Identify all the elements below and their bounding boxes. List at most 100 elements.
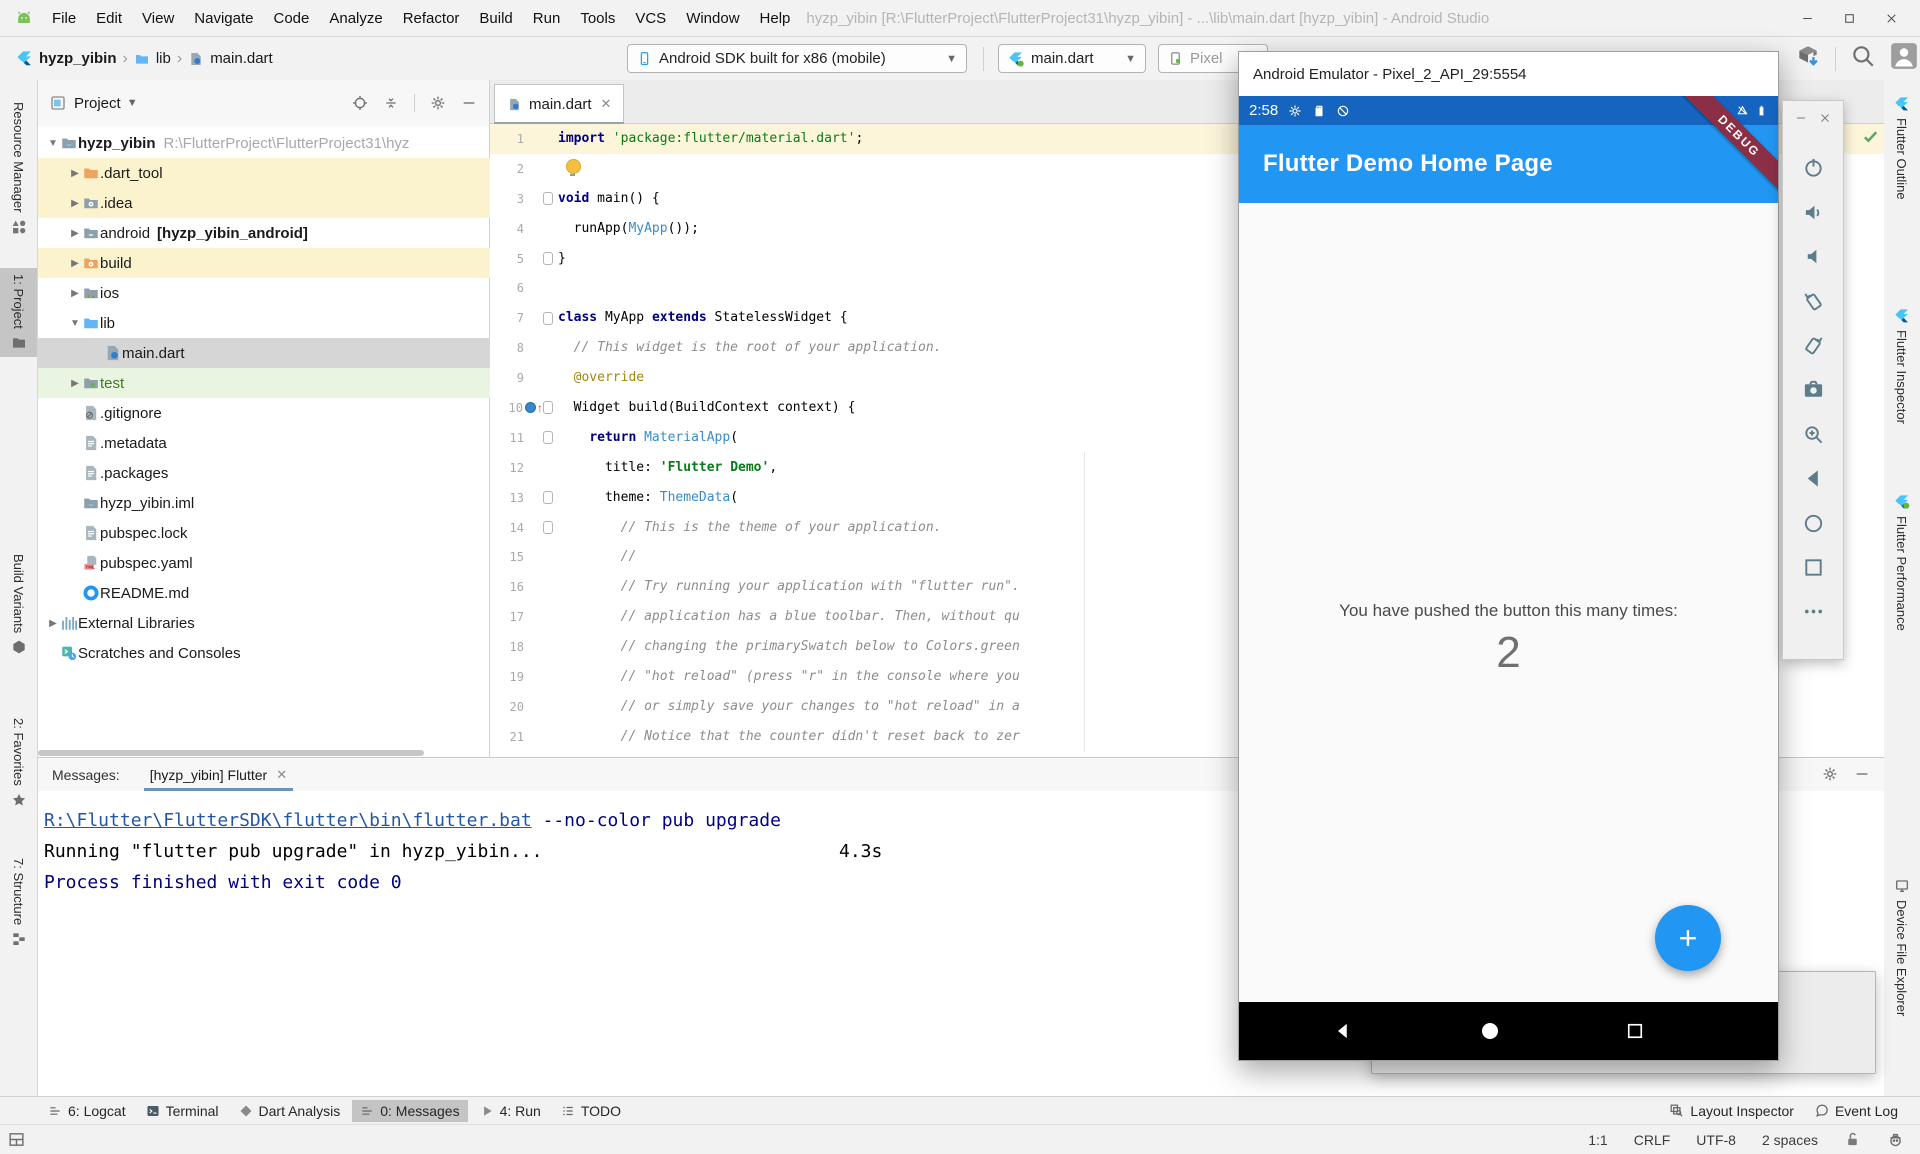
menu-vcs[interactable]: VCS	[625, 6, 676, 31]
status-item-1-1[interactable]: 1:1	[1588, 1132, 1607, 1148]
toolwindow-button-todo[interactable]: TODO	[553, 1100, 629, 1122]
emulator-title-bar[interactable]: Android Emulator - Pixel_2_API_29:5554	[1239, 52, 1778, 96]
chevron-right-icon[interactable]: ▶	[68, 228, 82, 239]
tree-item-hyzp-yibin[interactable]: ▼hyzp_yibinR:\FlutterProject\FlutterProj…	[38, 128, 490, 158]
gutter[interactable]: 4	[490, 214, 558, 244]
stripe-flutter-outline[interactable]: Flutter Outline	[1883, 90, 1920, 206]
toolwindow-switcher-icon[interactable]	[8, 1131, 25, 1148]
gutter[interactable]: 21	[490, 722, 558, 752]
minimize-icon[interactable]	[461, 95, 477, 111]
power-icon[interactable]	[1802, 156, 1825, 179]
stripe-flutter-performance[interactable]: Flutter Performance	[1883, 488, 1920, 637]
gutter[interactable]: 8	[490, 333, 558, 363]
close-tab-icon[interactable]: ✕	[601, 96, 612, 112]
gutter[interactable]: 10↑	[490, 393, 558, 423]
menu-window[interactable]: Window	[676, 6, 749, 31]
editor-tab-main-dart[interactable]: main.dart ✕	[494, 84, 624, 123]
volume-down-icon[interactable]	[1802, 245, 1825, 268]
menu-edit[interactable]: Edit	[86, 6, 132, 31]
menu-refactor[interactable]: Refactor	[393, 6, 470, 31]
override-marker-icon[interactable]: ↑	[525, 402, 543, 414]
chevron-right-icon[interactable]: ▶	[68, 288, 82, 299]
fab-increment-button[interactable]: +	[1655, 905, 1721, 971]
tree-item--dart-tool[interactable]: ▶.dart_tool	[38, 158, 490, 188]
gutter[interactable]: 18	[490, 632, 558, 662]
fold-marker[interactable]	[543, 312, 553, 325]
more-icon[interactable]	[1802, 600, 1825, 623]
gutter[interactable]: 7	[490, 303, 558, 333]
maximize-window-button[interactable]	[1836, 7, 1862, 29]
chevron-down-icon[interactable]: ▼	[68, 318, 82, 329]
tree-item--gitignore[interactable]: .gitignore	[38, 398, 490, 428]
sdk-download-button[interactable]	[1795, 43, 1821, 74]
gutter[interactable]: 15	[490, 542, 558, 572]
tree-item--metadata[interactable]: .metadata	[38, 428, 490, 458]
tree-item-scratches-and-consoles[interactable]: Scratches and Consoles	[38, 638, 490, 668]
gutter[interactable]: 2	[490, 154, 558, 184]
fold-marker[interactable]	[543, 431, 553, 444]
back-nav-icon[interactable]	[1333, 1021, 1353, 1041]
gear-icon[interactable]	[1822, 766, 1838, 782]
target-icon[interactable]	[352, 95, 368, 111]
minimize-window-button[interactable]	[1794, 7, 1820, 29]
stripe-flutter-inspector[interactable]: Flutter Inspector	[1883, 302, 1920, 430]
fold-marker[interactable]	[543, 401, 553, 414]
gutter[interactable]: 13	[490, 483, 558, 513]
status-item-2-spaces[interactable]: 2 spaces	[1762, 1132, 1818, 1148]
breadcrumb-file[interactable]: main.dart	[210, 50, 273, 67]
menu-help[interactable]: Help	[750, 6, 801, 31]
gutter[interactable]: 9	[490, 363, 558, 393]
camera-icon[interactable]	[1802, 378, 1825, 401]
stripe-2-favorites[interactable]: 2: Favorites	[0, 712, 37, 814]
fold-marker[interactable]	[543, 252, 553, 265]
gutter[interactable]: 5	[490, 244, 558, 274]
close-tab-icon[interactable]: ✕	[276, 767, 287, 783]
overview-nav-icon[interactable]	[1625, 1021, 1645, 1041]
console-link[interactable]: R:\Flutter\FlutterSDK\flutter\bin\flutte…	[44, 810, 532, 831]
run-config-dropdown[interactable]: main.dart ▼	[998, 44, 1146, 73]
menu-file[interactable]: File	[42, 6, 86, 31]
close-icon[interactable]	[1819, 112, 1831, 124]
tree-item-android[interactable]: ▶android[hyzp_yibin_android]	[38, 218, 490, 248]
breadcrumb-dir[interactable]: lib	[156, 50, 171, 67]
emulator-screen[interactable]: 2:58 Flutter Demo Home Page DEBUG You ha…	[1239, 96, 1778, 1060]
toolwindow-button-layout-inspector[interactable]: Layout Inspector	[1661, 1100, 1802, 1122]
toolwindow-button-6-logcat[interactable]: 6: Logcat	[40, 1100, 134, 1122]
chevron-down-icon[interactable]: ▼	[127, 97, 138, 109]
stripe-resource-manager[interactable]: Resource Manager	[0, 96, 37, 241]
chevron-right-icon[interactable]: ▶	[68, 168, 82, 179]
tree-item--idea[interactable]: ▶.idea	[38, 188, 490, 218]
fold-marker[interactable]	[543, 192, 553, 205]
device-selector-dropdown[interactable]: Android SDK built for x86 (mobile) ▼	[627, 44, 967, 73]
gutter[interactable]: 20	[490, 692, 558, 722]
breadcrumb-project[interactable]: hyzp_yibin	[39, 50, 117, 67]
home-nav-icon[interactable]	[1478, 1019, 1502, 1043]
tree-item-ios[interactable]: ▶ios	[38, 278, 490, 308]
messages-flutter-tab[interactable]: [hyzp_yibin] Flutter ✕	[144, 758, 293, 791]
gear-icon[interactable]	[430, 95, 446, 111]
chevron-down-icon[interactable]: ▼	[46, 138, 60, 149]
menu-analyze[interactable]: Analyze	[319, 6, 392, 31]
fold-marker[interactable]	[543, 521, 553, 534]
fold-marker[interactable]	[543, 491, 553, 504]
chevron-right-icon[interactable]: ▶	[68, 198, 82, 209]
menu-navigate[interactable]: Navigate	[184, 6, 263, 31]
avatar-button[interactable]	[1890, 42, 1918, 75]
toolwindow-button-0-messages[interactable]: 0: Messages	[352, 1100, 467, 1122]
gutter[interactable]: 12	[490, 453, 558, 483]
gutter[interactable]: 3	[490, 184, 558, 214]
intention-bulb-icon[interactable]	[566, 159, 581, 174]
stripe-7-structure[interactable]: 7: Structure	[0, 852, 37, 953]
tree-item-build[interactable]: ▶build	[38, 248, 490, 278]
stripe-build-variants[interactable]: Build Variants	[0, 548, 37, 661]
tree-item-test[interactable]: ▶test	[38, 368, 490, 398]
menu-view[interactable]: View	[132, 6, 184, 31]
chevron-right-icon[interactable]: ▶	[68, 378, 82, 389]
toolwindow-button-event-log[interactable]: Event Log	[1806, 1100, 1906, 1122]
minimize-icon[interactable]	[1854, 766, 1870, 782]
status-item-utf-8[interactable]: UTF-8	[1696, 1132, 1736, 1148]
tree-item-pubspec-yaml[interactable]: YMLpubspec.yaml	[38, 548, 490, 578]
collapse-icon[interactable]	[383, 95, 399, 111]
volume-up-icon[interactable]	[1802, 201, 1825, 224]
menu-build[interactable]: Build	[469, 6, 522, 31]
